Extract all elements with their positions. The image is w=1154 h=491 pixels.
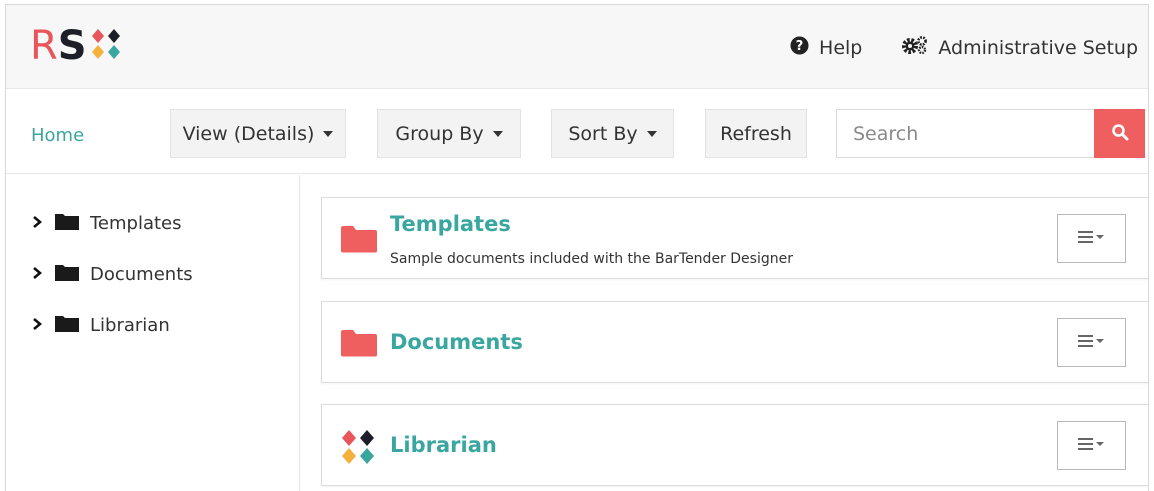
caret-down-icon: [492, 130, 503, 137]
hamburger-dropdown-icon: [1077, 229, 1107, 249]
folder-icon: [54, 313, 80, 338]
hamburger-dropdown-icon: [1077, 333, 1107, 353]
folder-icon: [340, 225, 378, 257]
administrative-setup-label: Administrative Setup: [938, 36, 1138, 59]
refresh-label: Refresh: [720, 122, 792, 145]
tree-item-librarian[interactable]: Librarian: [32, 310, 170, 340]
administrative-setup-link[interactable]: Administrative Setup: [902, 35, 1138, 60]
item-title[interactable]: Librarian: [390, 433, 497, 457]
hamburger-dropdown-icon: [1077, 436, 1107, 456]
tree-item-documents[interactable]: Documents: [32, 259, 193, 289]
sort-by-label: Sort By: [568, 122, 638, 145]
app-window: R S ? Help Administrative Setup Home Vie…: [5, 4, 1149, 491]
list-item-templates[interactable]: Templates Sample documents included with…: [321, 197, 1148, 279]
folder-tree: Templates Documents Librarian: [6, 175, 300, 491]
item-description: Sample documents included with the BarTe…: [390, 251, 793, 267]
logo-diamonds-icon: [90, 28, 122, 64]
chevron-right-icon[interactable]: [32, 315, 43, 336]
tree-item-templates[interactable]: Templates: [32, 208, 182, 238]
top-header: R S ? Help Administrative Setup: [6, 5, 1148, 89]
item-title[interactable]: Templates: [390, 212, 511, 236]
list-item-documents[interactable]: Documents: [321, 301, 1148, 383]
toolbar: Home View (Details) Group By Sort By Ref…: [6, 89, 1148, 174]
view-details-label: View (Details): [182, 122, 315, 145]
search-button[interactable]: [1094, 109, 1145, 158]
item-menu-button[interactable]: [1057, 214, 1126, 263]
logo-letter-s: S: [57, 23, 87, 69]
help-label: Help: [819, 36, 863, 59]
rs-logo[interactable]: R S: [30, 23, 122, 69]
search-input[interactable]: [836, 109, 1094, 158]
group-by-label: Group By: [395, 122, 484, 145]
question-circle-icon: ?: [790, 35, 819, 60]
view-details-button[interactable]: View (Details): [170, 109, 346, 158]
group-by-button[interactable]: Group By: [377, 109, 521, 158]
item-menu-button[interactable]: [1057, 318, 1126, 367]
search-icon: [1111, 123, 1129, 145]
tree-item-label: Librarian: [90, 314, 170, 336]
item-title[interactable]: Documents: [390, 330, 523, 354]
refresh-button[interactable]: Refresh: [705, 109, 807, 158]
chevron-right-icon[interactable]: [32, 264, 43, 285]
search-box: [836, 109, 1145, 158]
svg-text:?: ?: [796, 39, 804, 54]
tree-item-label: Documents: [90, 263, 193, 285]
caret-down-icon: [646, 130, 657, 137]
help-link[interactable]: ? Help: [790, 35, 863, 60]
sort-by-button[interactable]: Sort By: [551, 109, 674, 158]
folder-icon: [54, 262, 80, 287]
home-link[interactable]: Home: [31, 125, 84, 146]
folder-icon: [54, 211, 80, 236]
caret-down-icon: [323, 130, 334, 137]
chevron-right-icon[interactable]: [32, 213, 43, 234]
top-links: ? Help Administrative Setup: [790, 35, 1138, 60]
gears-icon: [902, 35, 938, 60]
item-menu-button[interactable]: [1057, 421, 1126, 470]
logo-letter-r: R: [30, 23, 58, 69]
folder-icon: [340, 329, 378, 361]
tree-item-label: Templates: [90, 212, 182, 234]
librarian-logo-icon: [340, 429, 376, 469]
list-item-librarian[interactable]: Librarian: [321, 404, 1148, 486]
